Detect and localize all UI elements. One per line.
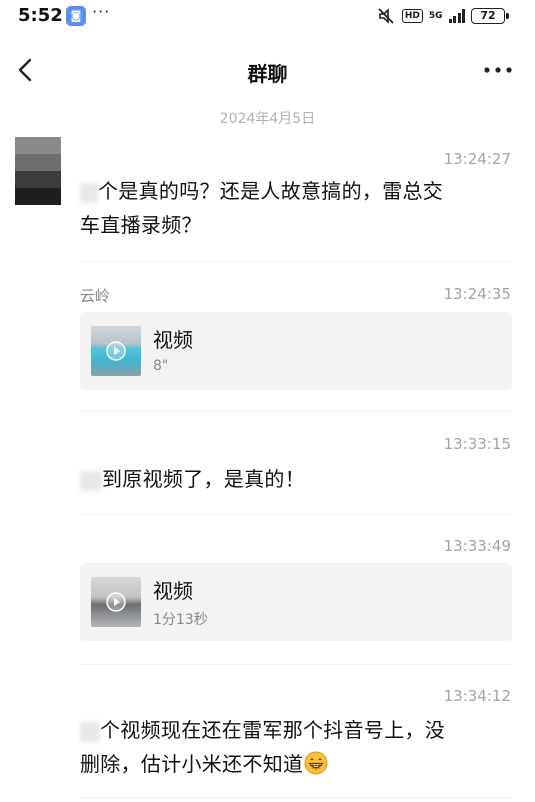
message-line: 删除，估计小米还不知道 [80, 752, 304, 776]
message-text[interactable]: 个视频现在还在雷军那个抖音号上，没 删除，估计小米还不知道 [80, 713, 505, 781]
video-thumbnail [91, 577, 141, 627]
status-right-group: HD 5G 72 [376, 6, 509, 26]
status-bar: 5:52 ◙ ··· HD 5G 72 [0, 0, 535, 34]
divider [80, 798, 511, 799]
sender-name: 云岭 [80, 287, 111, 305]
signal-icon [448, 9, 465, 23]
status-more: ··· [92, 2, 111, 21]
message-text[interactable]: 到原视频了，是真的！ [80, 462, 505, 496]
redacted-text [80, 182, 98, 203]
divider [80, 664, 511, 665]
message-time: 13:34:12 [443, 687, 511, 705]
message-time: 13:24:35 [443, 285, 511, 303]
message-line: 个视频现在还在雷军那个抖音号上，没 [100, 718, 446, 742]
message-app-icon: ◙ [66, 6, 86, 26]
message-time: 13:33:15 [443, 435, 511, 453]
message-time: 13:33:49 [443, 537, 511, 555]
page-title: 群聊 [247, 62, 288, 86]
redacted-text [80, 721, 100, 742]
divider [80, 261, 511, 262]
battery-level: 72 [480, 9, 496, 22]
video-message-card[interactable]: 视频 8" [80, 312, 512, 390]
video-message-card[interactable]: 视频 1分13秒 [80, 563, 512, 641]
video-thumbnail [91, 326, 141, 376]
date-separator: 2024年4月5日 [219, 111, 316, 127]
avatar[interactable] [15, 137, 61, 205]
title-bar: 群聊 [0, 34, 535, 106]
video-label: 视频 [153, 328, 193, 352]
more-dots-icon[interactable] [483, 62, 513, 78]
play-icon [106, 341, 126, 361]
video-duration: 1分13秒 [153, 612, 208, 628]
network-type: 5G [428, 10, 443, 21]
play-icon [106, 592, 126, 612]
hd-badge: HD [401, 9, 423, 23]
grin-emoji-icon [304, 751, 328, 775]
status-time: 5:52 [18, 5, 63, 26]
message-line: 到原视频了，是真的！ [102, 467, 305, 491]
message-time: 13:24:27 [443, 150, 511, 168]
video-duration: 8" [153, 358, 169, 374]
message-line: 个是真的吗？还是人故意搞的，雷总交 [98, 179, 444, 203]
divider [80, 411, 511, 412]
battery-icon: 72 [471, 8, 509, 24]
message-line: 车直播录频？ [80, 213, 202, 237]
video-label: 视频 [153, 579, 193, 603]
mute-icon [378, 8, 394, 24]
message-text[interactable]: 个是真的吗？还是人故意搞的，雷总交 车直播录频？ [80, 174, 505, 242]
divider [80, 514, 511, 515]
redacted-text [80, 470, 102, 491]
